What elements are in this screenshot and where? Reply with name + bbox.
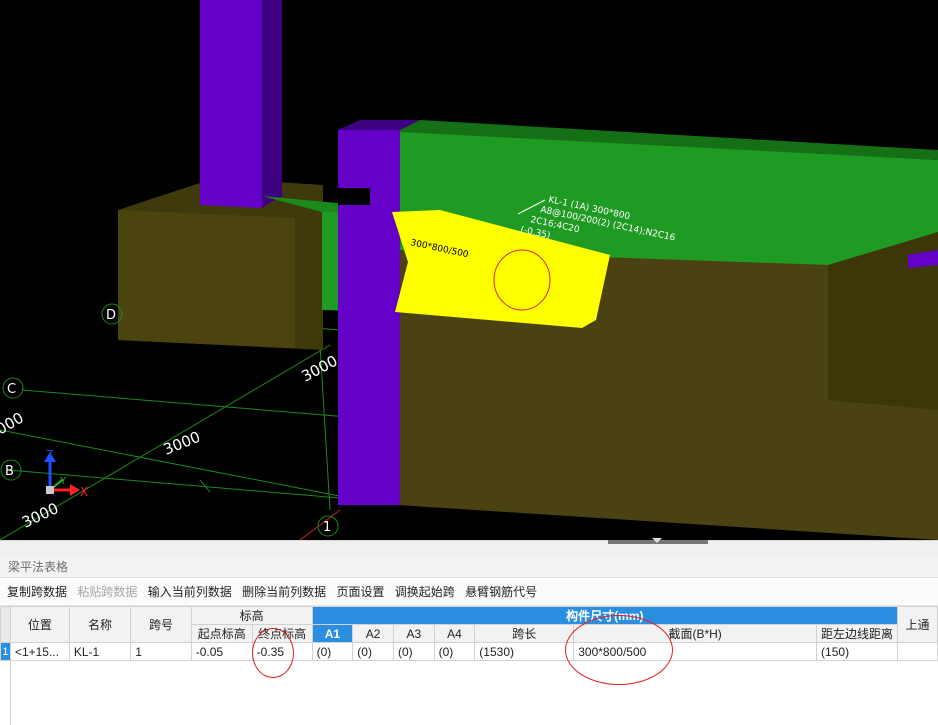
column-top-left [200,0,262,208]
header-section[interactable]: 截面(B*H) [573,624,818,643]
row-header-corner [0,606,11,643]
cell-span-no[interactable]: 1 [130,642,192,661]
table-row[interactable]: 1 <1+15... KL-1 1 -0.05 -0.35 (0) (0) (0… [0,642,938,661]
panel-title: 梁平法表格 [0,556,938,578]
axis-gizmo: Z X Y [44,448,88,499]
header-span-len[interactable]: 跨长 [474,624,575,643]
header-a3[interactable]: A3 [392,624,435,643]
3d-viewport[interactable]: KL-1 (1A) 300*800 A8@100/200(2) (2C14);N… [0,0,938,540]
header-end-elev[interactable]: 终点标高 [251,624,313,643]
grid-axis-c: C [7,382,16,397]
header-elevation[interactable]: 标高 [190,606,313,625]
row-number[interactable]: 1 [0,642,11,661]
table-toolbar: 复制跨数据 粘贴跨数据 输入当前列数据 删除当前列数据 页面设置 调换起始跨 悬… [0,579,938,606]
axis-z-label: Z [46,448,54,461]
grid-axis-d: D [106,308,116,323]
page-setup-button[interactable]: 页面设置 [336,579,384,605]
input-column-button[interactable]: 输入当前列数据 [148,579,232,605]
delete-column-button[interactable]: 删除当前列数据 [242,579,326,605]
beam-table-container: 位置 名称 跨号 标高 构件尺寸(mm) 上通 起点标高 终点标高 A1 A2 … [0,606,938,725]
cell-section[interactable]: 300*800/500 [573,642,818,661]
cell-a3[interactable]: (0) [392,642,435,661]
axis-y-label: Y [59,476,67,487]
header-a4[interactable]: A4 [433,624,476,643]
cell-more[interactable] [897,642,938,661]
beam-table: 位置 名称 跨号 标高 构件尺寸(mm) 上通 起点标高 终点标高 A1 A2 … [0,606,938,661]
grid-axis-1: 1 [323,520,331,535]
paste-span-button[interactable]: 粘贴跨数据 [77,579,137,605]
cell-a4[interactable]: (0) [433,642,476,661]
header-member-size[interactable]: 构件尺寸(mm) [311,606,899,625]
header-name[interactable]: 名称 [68,606,132,643]
cell-a2[interactable]: (0) [352,642,394,661]
cell-span-len[interactable]: (1530) [474,642,575,661]
cell-edge-dist[interactable]: (150) [816,642,899,661]
chevron-down-icon[interactable] [652,538,662,543]
header-edge-dist[interactable]: 距左边线距离 [816,624,899,643]
cell-a1[interactable]: (0) [311,642,354,661]
header-a2[interactable]: A2 [352,624,394,643]
header-a1[interactable]: A1 [311,624,354,643]
header-span-no[interactable]: 跨号 [130,606,192,643]
header-start-elev[interactable]: 起点标高 [190,624,253,643]
cell-name[interactable]: KL-1 [68,642,132,661]
dimension-3: 3000 [19,499,61,531]
cell-position[interactable]: <1+15... [9,642,70,661]
swap-start-span-button[interactable]: 调换起始跨 [395,579,455,605]
cell-end-elev[interactable]: -0.35 [251,642,313,661]
cell-start-elev[interactable]: -0.05 [190,642,253,661]
header-more[interactable]: 上通 [897,606,938,643]
axis-x-label: X [80,485,88,499]
grid-axis-b: B [5,464,14,479]
copy-span-button[interactable]: 复制跨数据 [7,579,67,605]
column-center [338,128,400,505]
model-canvas: KL-1 (1A) 300*800 A8@100/200(2) (2C14);N… [0,0,938,540]
cantilever-code-button[interactable]: 悬臂钢筋代号 [465,579,537,605]
splitter[interactable] [0,540,938,557]
dimension-1: 3000 [298,352,340,386]
left-block-front [118,210,295,348]
header-position[interactable]: 位置 [9,606,70,643]
